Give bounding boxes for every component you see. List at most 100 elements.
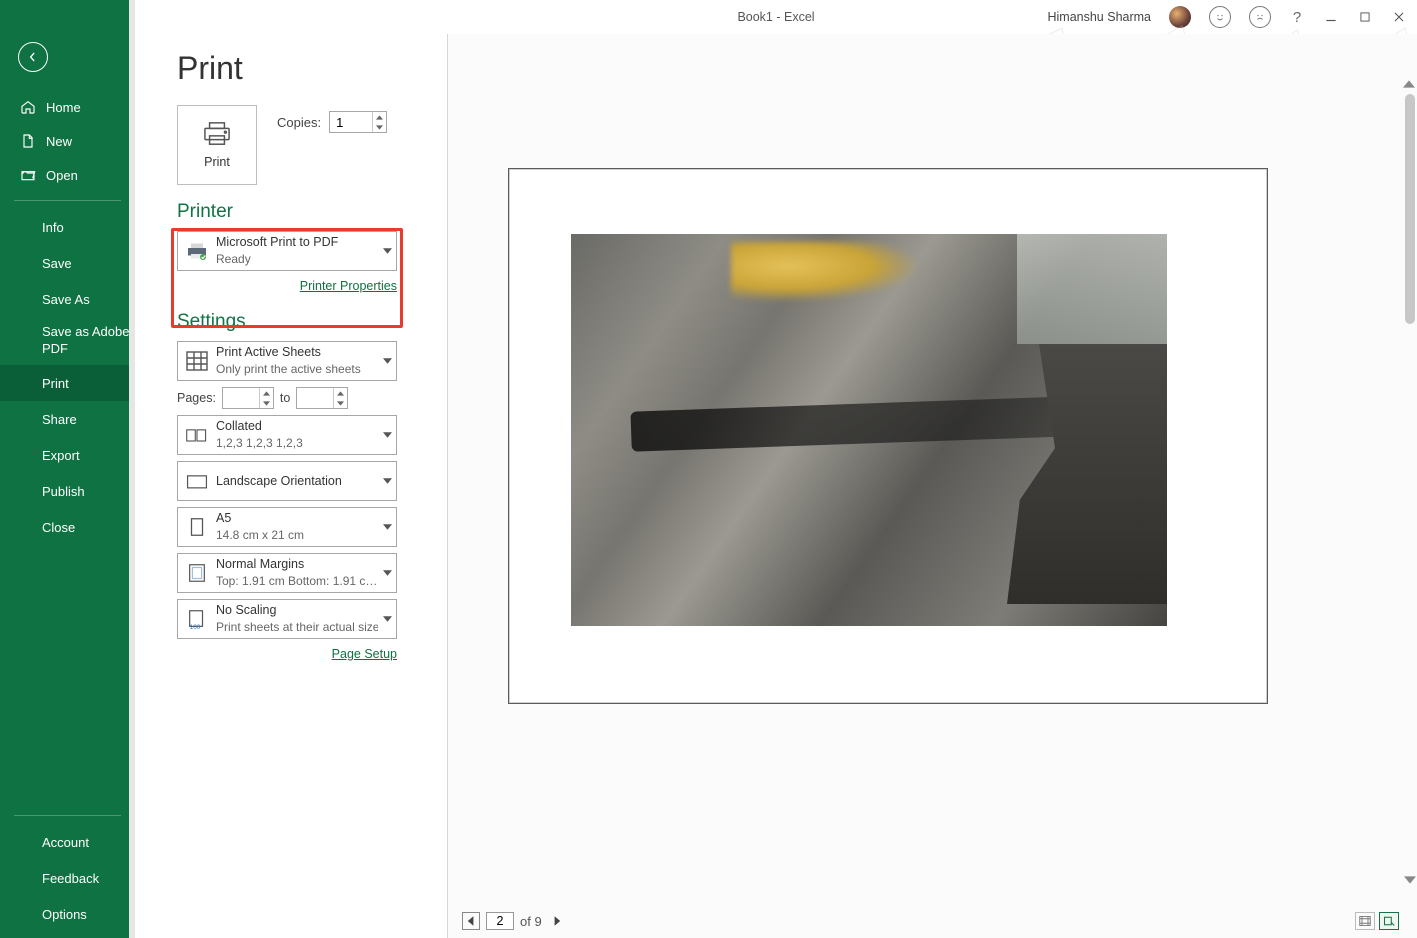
nav-options[interactable]: Options <box>0 896 135 932</box>
print-settings-column: Print Print Copies: <box>135 34 445 938</box>
pages-to-input[interactable] <box>297 388 333 408</box>
nav-open[interactable]: Open <box>0 158 135 192</box>
settings-heading: Settings <box>177 311 445 333</box>
user-avatar[interactable] <box>1169 6 1191 28</box>
pages-label: Pages: <box>177 391 216 405</box>
backstage-sidebar: Home New Open Info Save Save As Save as … <box>0 0 135 938</box>
nav-publish[interactable]: Publish <box>0 473 135 509</box>
copies-spinner[interactable] <box>329 111 387 133</box>
print-what-sub: Only print the active sheets <box>216 361 374 377</box>
preview-content-image <box>571 234 1167 626</box>
page-navigation: of 9 <box>462 912 566 930</box>
chevron-down-icon <box>378 524 396 530</box>
copies-input[interactable] <box>330 112 372 132</box>
pages-from-input[interactable] <box>223 388 259 408</box>
arrow-left-icon <box>26 50 40 64</box>
scaling-dropdown[interactable]: 100 No Scaling Print sheets at their act… <box>177 599 397 639</box>
margins-dropdown[interactable]: Normal Margins Top: 1.91 cm Bottom: 1.91… <box>177 553 397 593</box>
page-title: Print <box>177 50 445 87</box>
back-button[interactable] <box>18 42 48 72</box>
close-button[interactable] <box>1391 9 1407 25</box>
chevron-down-icon <box>378 570 396 576</box>
window-title: Book1 - Excel <box>737 10 814 24</box>
show-margins-button[interactable] <box>1355 912 1375 930</box>
collate-main: Collated <box>216 418 374 435</box>
nav-saveas[interactable]: Save As <box>0 281 135 317</box>
chevron-down-icon <box>378 478 396 484</box>
landscape-icon <box>178 470 216 492</box>
copies-down[interactable] <box>373 122 386 132</box>
collate-icon <box>178 424 216 446</box>
maximize-button[interactable] <box>1357 9 1373 25</box>
next-page-button[interactable] <box>548 912 566 930</box>
nav-open-label: Open <box>46 168 78 183</box>
print-button[interactable]: Print <box>177 105 257 185</box>
minimize-button[interactable] <box>1323 9 1339 25</box>
printer-name: Microsoft Print to PDF <box>216 234 374 251</box>
printer-device-icon <box>178 240 216 262</box>
prev-page-button[interactable] <box>462 912 480 930</box>
sheets-icon <box>178 350 216 372</box>
vertical-scrollbar[interactable] <box>1405 94 1415 324</box>
chevron-down-icon <box>378 616 396 622</box>
titlebar: Book1 - Excel Himanshu Sharma ? <box>135 0 1417 34</box>
nav-new[interactable]: New <box>0 124 135 158</box>
print-what-dropdown[interactable]: Print Active Sheets Only print the activ… <box>177 341 397 381</box>
paper-size-dropdown[interactable]: A5 14.8 cm x 21 cm <box>177 507 397 547</box>
frown-feedback-icon[interactable] <box>1249 6 1271 28</box>
pages-to-down[interactable] <box>334 398 347 408</box>
printer-icon <box>202 121 232 147</box>
nav-account[interactable]: Account <box>0 824 135 860</box>
nav-separator-bottom <box>14 815 121 816</box>
nav-print[interactable]: Print <box>0 365 135 401</box>
nav-save-adobe-pdf[interactable]: Save as Adobe PDF <box>0 317 135 365</box>
collate-sub: 1,2,3 1,2,3 1,2,3 <box>216 435 374 451</box>
nav-close[interactable]: Close <box>0 509 135 545</box>
printer-properties-link[interactable]: Printer Properties <box>300 279 397 293</box>
nav-separator <box>14 200 121 201</box>
scroll-down-icon[interactable] <box>1404 874 1416 886</box>
pages-to-label: to <box>280 391 290 405</box>
paper-main: A5 <box>216 510 374 527</box>
collate-dropdown[interactable]: Collated 1,2,3 1,2,3 1,2,3 <box>177 415 397 455</box>
paper-sub: 14.8 cm x 21 cm <box>216 527 374 543</box>
nav-info[interactable]: Info <box>0 209 135 245</box>
printer-dropdown[interactable]: Microsoft Print to PDF Ready <box>177 231 397 271</box>
smiley-feedback-icon[interactable] <box>1209 6 1231 28</box>
scaling-icon: 100 <box>178 608 216 630</box>
copies-label: Copies: <box>277 115 321 130</box>
current-page-input[interactable] <box>486 912 514 930</box>
nav-share[interactable]: Share <box>0 401 135 437</box>
scroll-up-icon[interactable] <box>1403 78 1415 90</box>
paper-icon <box>178 516 216 538</box>
zoom-controls <box>1355 912 1399 930</box>
nav-home[interactable]: Home <box>0 90 135 124</box>
user-name: Himanshu Sharma <box>1047 10 1151 24</box>
page-count-label: of 9 <box>520 914 542 929</box>
nav-feedback[interactable]: Feedback <box>0 860 135 896</box>
scaling-sub: Print sheets at their actual size <box>216 619 374 635</box>
preview-page <box>508 168 1268 704</box>
pages-from-down[interactable] <box>260 398 273 408</box>
pages-to-spinner[interactable] <box>296 387 348 409</box>
page-setup-link[interactable]: Page Setup <box>332 647 397 661</box>
orientation-main: Landscape Orientation <box>216 473 374 490</box>
open-folder-icon <box>20 167 36 183</box>
scaling-main: No Scaling <box>216 602 374 619</box>
copies-up[interactable] <box>373 112 386 122</box>
print-button-label: Print <box>204 155 230 169</box>
new-doc-icon <box>20 133 36 149</box>
pages-from-up[interactable] <box>260 388 273 398</box>
chevron-down-icon <box>378 358 396 364</box>
orientation-dropdown[interactable]: Landscape Orientation <box>177 461 397 501</box>
help-button[interactable]: ? <box>1289 9 1305 25</box>
nav-save[interactable]: Save <box>0 245 135 281</box>
main-area: Book1 - Excel Himanshu Sharma ? <box>135 0 1417 938</box>
zoom-to-page-button[interactable] <box>1379 912 1399 930</box>
margins-icon <box>178 562 216 584</box>
printer-heading: Printer <box>177 201 445 223</box>
chevron-down-icon <box>378 432 396 438</box>
pages-to-up[interactable] <box>334 388 347 398</box>
pages-from-spinner[interactable] <box>222 387 274 409</box>
nav-export[interactable]: Export <box>0 437 135 473</box>
